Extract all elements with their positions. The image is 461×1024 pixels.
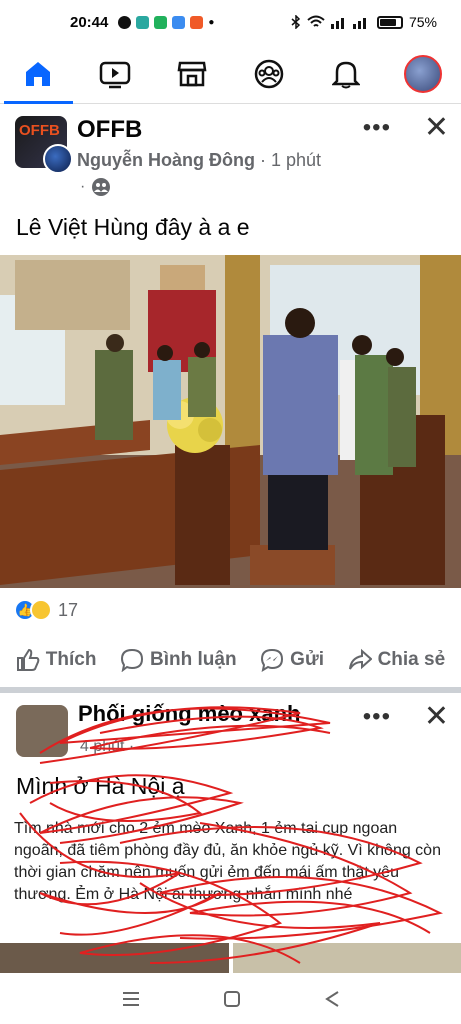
thumb-up-icon xyxy=(16,648,40,671)
system-nav-bar xyxy=(0,973,461,1024)
group-avatar[interactable] xyxy=(16,705,68,757)
page-name[interactable]: OFFB xyxy=(77,116,142,144)
notification-icons: ● xyxy=(118,15,215,29)
battery-icon xyxy=(376,15,403,29)
author-avatar xyxy=(43,144,73,174)
courtroom-photo xyxy=(0,255,461,588)
feed-post: Phối giống mèo xanh 4 phút · ••• ✕ Mình … xyxy=(0,693,461,973)
comment-icon xyxy=(121,648,144,672)
close-button[interactable]: ✕ xyxy=(424,699,449,734)
groups-icon xyxy=(254,59,284,88)
tab-home[interactable] xyxy=(0,44,77,104)
post-photo[interactable] xyxy=(0,255,461,588)
tab-profile[interactable] xyxy=(384,44,461,104)
send-label: Gửi xyxy=(290,649,324,670)
status-time: 20:44 xyxy=(70,13,109,31)
back-icon[interactable] xyxy=(324,990,340,1008)
close-button[interactable]: ✕ xyxy=(424,110,449,145)
dot-icon: ● xyxy=(208,16,215,28)
tab-groups[interactable] xyxy=(230,44,307,104)
post-time: 4 phút · xyxy=(80,738,135,755)
author-line: Nguyễn Hoàng Đông · 1 phút xyxy=(77,150,321,171)
comment-button[interactable]: Bình luận xyxy=(120,648,237,672)
send-button[interactable]: Gửi xyxy=(260,648,324,672)
profile-avatar xyxy=(403,54,442,93)
group-name[interactable]: Phối giống mèo xanh xyxy=(78,701,300,727)
video-icon xyxy=(99,61,131,88)
status-bar: 20:44 ● 75% xyxy=(0,0,461,44)
post-image xyxy=(232,943,461,973)
post-image xyxy=(0,943,229,973)
post-time: · 1 phút xyxy=(260,150,322,170)
post-body-text: Tìm nhà mới cho 2 ẻm mèo Xanh, 1 ẻm tai … xyxy=(14,820,441,903)
separator: · xyxy=(80,178,86,195)
home-icon xyxy=(26,61,51,86)
post-text: Lê Việt Hùng đây à a e xyxy=(16,214,250,240)
more-options-button[interactable]: ••• xyxy=(363,703,391,731)
cart-icon xyxy=(136,15,150,29)
battery-percent: 75% xyxy=(408,14,437,30)
share-icon xyxy=(348,648,372,670)
like-button[interactable]: Thích xyxy=(16,648,97,672)
messenger-icon xyxy=(118,15,132,29)
app-icon xyxy=(172,15,186,29)
signal-icon xyxy=(330,18,366,29)
author-name[interactable]: Nguyễn Hoàng Đông xyxy=(77,150,255,170)
home-button-icon[interactable] xyxy=(223,990,241,1008)
more-options-button[interactable]: ••• xyxy=(363,114,391,142)
reactions-summary[interactable]: 👍 17 xyxy=(14,599,78,621)
menu-icon[interactable] xyxy=(122,991,140,1007)
post-actions: Thích Bình luận Gửi Chia sẻ xyxy=(0,640,461,680)
app-icon xyxy=(190,15,204,29)
post-images[interactable] xyxy=(0,943,461,973)
audience-line: · xyxy=(80,178,111,196)
wifi-icon xyxy=(307,15,325,27)
bluetooth-icon xyxy=(291,15,301,29)
friends-audience-icon xyxy=(92,178,111,196)
share-button[interactable]: Chia sẻ xyxy=(348,648,446,672)
feed-post: OFFB OFFB Nguyễn Hoàng Đông · 1 phút · •… xyxy=(0,104,461,687)
battery-fill xyxy=(379,18,397,26)
like-label: Thích xyxy=(45,649,97,670)
comment-label: Bình luận xyxy=(150,649,237,670)
post-text: Mình ở Hà Nội ạ xyxy=(16,773,185,799)
bell-icon xyxy=(331,61,360,88)
top-nav xyxy=(0,44,461,104)
share-label: Chia sẻ xyxy=(377,649,446,670)
tab-notifications[interactable] xyxy=(307,44,384,104)
messenger-icon xyxy=(261,648,284,672)
status-right: 75% xyxy=(291,14,437,30)
tab-marketplace[interactable] xyxy=(154,44,231,104)
reaction-count: 17 xyxy=(58,599,79,620)
haha-reaction-icon xyxy=(30,599,52,621)
app-icon xyxy=(154,15,168,29)
tab-video[interactable] xyxy=(77,44,154,104)
page-avatar-group[interactable]: OFFB xyxy=(15,116,73,174)
marketplace-icon xyxy=(177,61,207,86)
